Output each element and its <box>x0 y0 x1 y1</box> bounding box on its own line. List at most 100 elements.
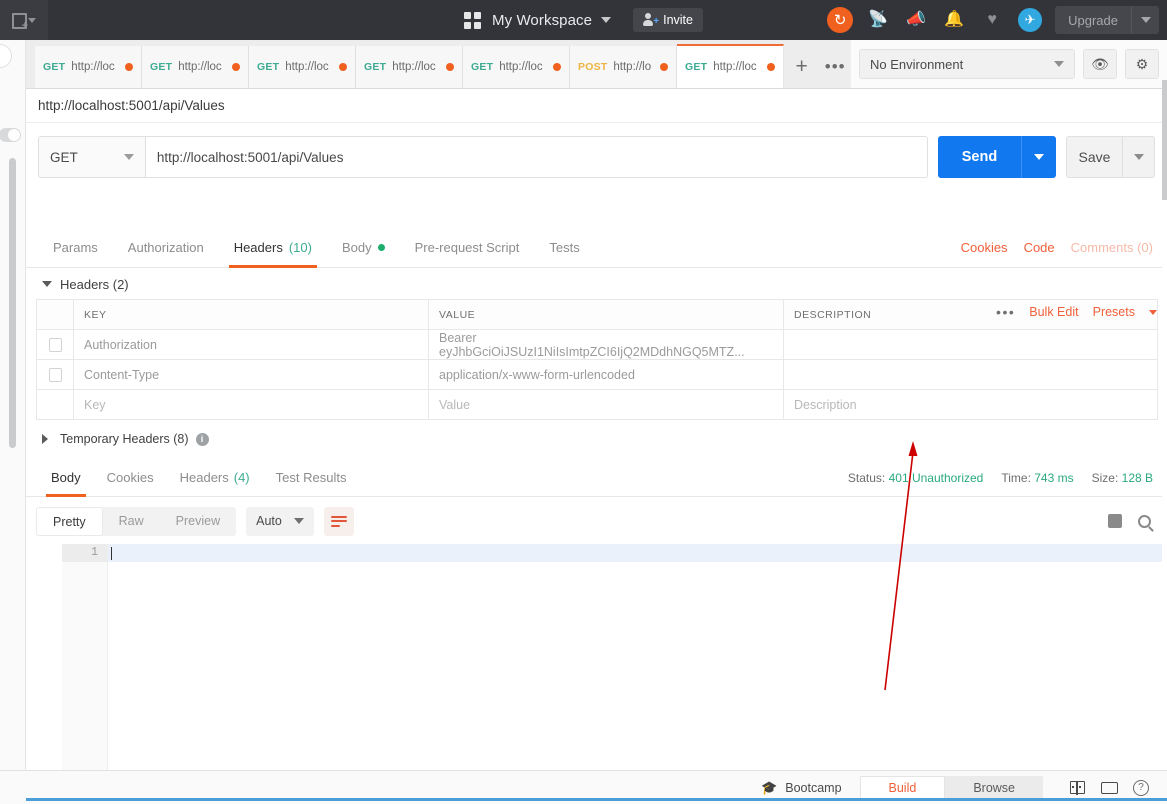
headers-accordion-toggle[interactable]: Headers (2) <box>26 269 1167 299</box>
table-row[interactable]: Content-Type application/x-www-form-urle… <box>37 360 1157 390</box>
tab-label: Test Results <box>275 470 347 485</box>
response-body-editor[interactable]: 1 <box>62 544 1167 804</box>
header-description-placeholder[interactable]: Description <box>784 390 1157 419</box>
environment-selected-label: No Environment <box>870 56 964 72</box>
sidebar-toggle-switch[interactable] <box>0 128 21 142</box>
mode-browse[interactable]: Browse <box>945 776 1043 800</box>
tab-tests[interactable]: Tests <box>534 228 594 268</box>
workspace-title[interactable]: My Workspace <box>492 12 592 29</box>
view-mode-segment: Pretty Raw Preview <box>36 506 237 536</box>
unsaved-indicator-icon <box>232 63 240 71</box>
upgrade-button[interactable]: Upgrade <box>1055 6 1131 34</box>
sidebar-collapse-handle[interactable] <box>0 44 12 68</box>
method-select[interactable]: GET <box>38 136 146 178</box>
row-checkbox-cell[interactable] <box>37 330 74 359</box>
main-panel: GET http://loc GET http://loc GET http:/… <box>26 40 1167 804</box>
bootcamp-button[interactable]: 🎓 Bootcamp <box>761 780 841 796</box>
header-key-placeholder[interactable]: Key <box>74 390 429 419</box>
request-tab[interactable]: GET http://loc <box>356 46 463 88</box>
comments-link[interactable]: Comments (0) <box>1071 240 1153 255</box>
response-section-tabs: Body Cookies Headers (4) Test Results St… <box>26 459 1167 497</box>
eye-icon[interactable]: 👁 <box>1083 49 1117 79</box>
scrollbar-thumb[interactable] <box>1162 80 1167 200</box>
chevron-down-icon <box>1034 154 1044 160</box>
bottom-bar-actions: 🎓 Bootcamp Build Browse ? <box>761 775 1167 800</box>
request-tab[interactable]: POST http://lo <box>570 46 677 88</box>
tab-headers[interactable]: Headers (10) <box>219 228 327 268</box>
temporary-headers-toggle[interactable]: Temporary Headers (8) i <box>26 425 1167 453</box>
chevron-down-icon[interactable] <box>1149 309 1157 315</box>
keyboard-icon[interactable] <box>1093 781 1125 794</box>
request-section-tabs: Params Authorization Headers (10) Body P… <box>26 228 1167 268</box>
new-tab-button[interactable]: + <box>784 46 820 88</box>
row-checkbox-cell[interactable] <box>37 360 74 389</box>
header-key-cell[interactable]: Authorization <box>74 330 429 359</box>
heart-icon[interactable]: ♥ <box>973 0 1011 40</box>
response-tab-headers[interactable]: Headers (4) <box>167 459 263 497</box>
presets-button[interactable]: Presets <box>1093 305 1135 319</box>
chevron-down-icon[interactable] <box>601 17 612 23</box>
satellite-icon[interactable]: 📡 <box>859 0 897 40</box>
header-value-cell[interactable]: application/x-www-form-urlencoded <box>429 360 784 389</box>
checkbox[interactable] <box>48 337 62 352</box>
url-input[interactable]: http://localhost:5001/api/Values <box>145 136 928 178</box>
view-mode-raw[interactable]: Raw <box>103 507 160 536</box>
header-key-cell[interactable]: Content-Type <box>74 360 429 389</box>
table-more-options-button[interactable]: ••• <box>996 304 1015 320</box>
bell-icon[interactable]: 🔔 <box>935 0 973 40</box>
table-row[interactable]: Authorization Bearer eyJhbGciOiJSUzI1NiI… <box>37 330 1157 360</box>
format-select[interactable]: Auto <box>246 506 315 536</box>
tab-params[interactable]: Params <box>38 228 113 268</box>
row-checkbox-cell[interactable] <box>37 390 74 419</box>
save-button[interactable]: Save <box>1066 136 1123 178</box>
two-pane-layout-icon[interactable] <box>1061 780 1093 795</box>
tab-options-button[interactable]: ••• <box>819 46 851 88</box>
request-tab[interactable]: GET http://loc <box>463 46 570 88</box>
environment-select[interactable]: No Environment <box>859 49 1075 79</box>
request-tab[interactable]: GET http://loc <box>142 46 249 88</box>
send-options-button[interactable] <box>1021 136 1056 178</box>
help-icon[interactable]: ? <box>1125 779 1157 796</box>
cookies-link[interactable]: Cookies <box>961 240 1008 255</box>
response-tab-cookies[interactable]: Cookies <box>94 459 167 497</box>
gear-icon[interactable]: ⚙ <box>1125 49 1159 79</box>
view-mode-pretty[interactable]: Pretty <box>36 506 103 536</box>
rocket-icon[interactable]: ✈ <box>1011 0 1049 40</box>
search-icon[interactable] <box>1138 514 1151 528</box>
sidebar-scrollbar[interactable] <box>9 158 16 448</box>
copy-icon[interactable] <box>1108 514 1122 528</box>
send-button[interactable]: Send <box>938 136 1021 178</box>
sync-icon[interactable]: ↻ <box>821 0 859 40</box>
request-tab[interactable]: GET http://loc <box>249 46 356 88</box>
megaphone-icon[interactable]: 📣 <box>897 0 935 40</box>
checkbox[interactable] <box>48 367 62 382</box>
view-mode-preview[interactable]: Preview <box>160 507 236 536</box>
format-value: Auto <box>256 514 282 528</box>
upgrade-dropdown-button[interactable] <box>1131 6 1159 34</box>
request-tab-active[interactable]: GET http://loc <box>677 44 784 88</box>
code-link[interactable]: Code <box>1024 240 1055 255</box>
request-tab-strip: GET http://loc GET http://loc GET http:/… <box>26 40 851 89</box>
table-row-placeholder[interactable]: Key Value Description <box>37 390 1157 420</box>
time-label: Time: <box>1001 470 1031 485</box>
mode-build[interactable]: Build <box>859 775 946 800</box>
main-scrollbar[interactable] <box>1162 80 1167 804</box>
response-tab-test-results[interactable]: Test Results <box>263 459 360 497</box>
save-options-button[interactable] <box>1123 136 1155 178</box>
request-tab[interactable]: GET http://loc <box>35 46 142 88</box>
header-description-cell[interactable] <box>784 330 1157 359</box>
bulk-edit-button[interactable]: Bulk Edit <box>1029 305 1078 319</box>
header-description-cell[interactable] <box>784 360 1157 389</box>
new-button[interactable] <box>0 0 48 40</box>
header-value-cell[interactable]: Bearer eyJhbGciOiJSUzI1NiIsImtpZCI6IjQ2M… <box>429 330 784 359</box>
invite-button[interactable]: + Invite <box>633 8 703 32</box>
tab-pre-request-script[interactable]: Pre-request Script <box>400 228 535 268</box>
tab-authorization[interactable]: Authorization <box>113 228 219 268</box>
header-value-placeholder[interactable]: Value <box>429 390 784 419</box>
info-icon[interactable]: i <box>195 432 209 446</box>
column-header-value: VALUE <box>429 300 784 329</box>
response-tab-body[interactable]: Body <box>38 459 94 497</box>
word-wrap-toggle[interactable] <box>324 506 355 536</box>
tab-body[interactable]: Body <box>327 228 400 268</box>
header-check-column <box>37 300 74 329</box>
